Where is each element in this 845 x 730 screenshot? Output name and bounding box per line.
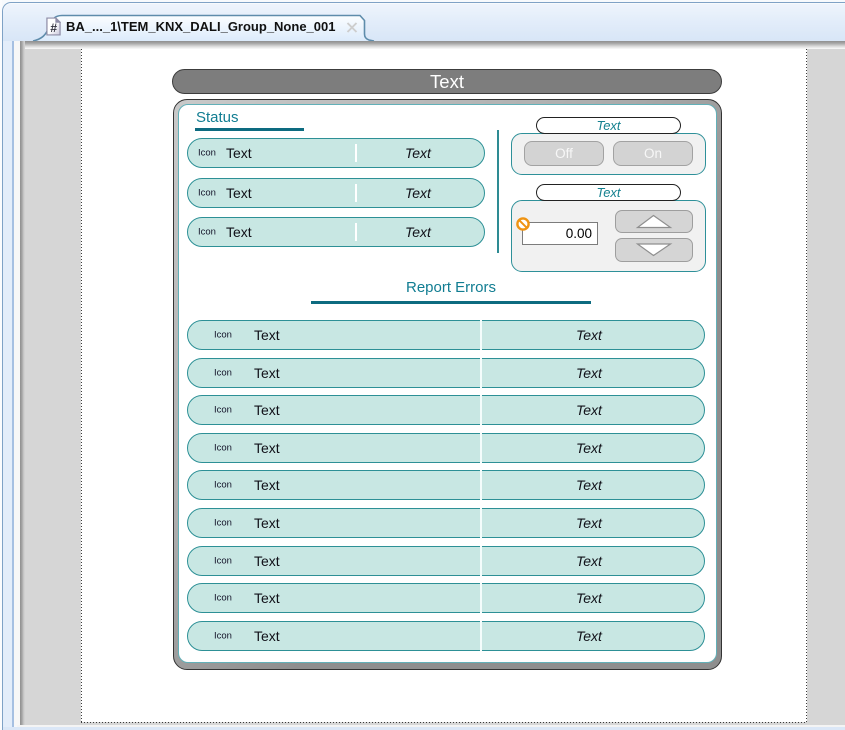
svg-text:#: #	[50, 21, 57, 35]
